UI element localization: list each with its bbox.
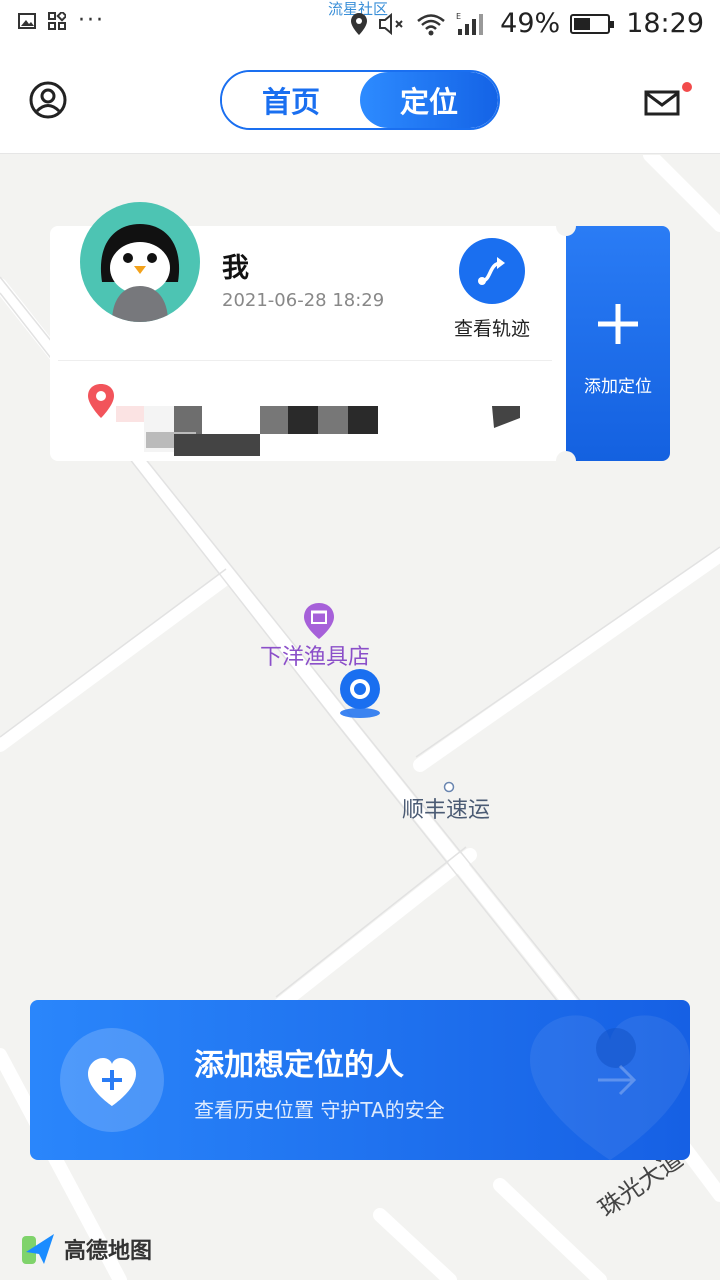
plus-icon bbox=[598, 304, 638, 344]
status-bar-right: E 49% 18:29 bbox=[350, 8, 704, 39]
svg-text:E: E bbox=[456, 12, 461, 21]
unread-dot bbox=[682, 82, 692, 92]
apps-notification-icon bbox=[48, 12, 66, 30]
my-location-marker[interactable] bbox=[336, 667, 384, 719]
add-person-banner[interactable]: 添加想定位的人 查看历史位置 守护TA的安全 bbox=[30, 1000, 690, 1160]
gallery-notification-icon bbox=[18, 13, 36, 29]
tab-switcher: 首页 定位 bbox=[220, 70, 500, 130]
location-card[interactable]: 我 2021-06-28 18:29 查看轨迹 bbox=[50, 202, 570, 461]
status-time: 18:29 bbox=[626, 8, 704, 39]
card-notch-top bbox=[556, 216, 576, 236]
banner-decoration-icon bbox=[530, 1015, 690, 1160]
profile-icon[interactable] bbox=[28, 80, 68, 120]
mail-icon[interactable] bbox=[644, 88, 680, 118]
avatar bbox=[80, 202, 200, 322]
banner-subtitle: 查看历史位置 守护TA的安全 bbox=[194, 1098, 445, 1122]
app-header: 首页 定位 bbox=[0, 50, 720, 154]
card-notch-bottom bbox=[556, 451, 576, 471]
route-icon bbox=[478, 257, 505, 285]
banner-icon-circle bbox=[60, 1028, 164, 1132]
location-timestamp: 2021-06-28 18:29 bbox=[222, 290, 385, 311]
add-location-button[interactable]: 添加定位 bbox=[556, 216, 670, 471]
map-provider-label: 高德地图 bbox=[64, 1239, 153, 1264]
penguin-avatar-icon bbox=[100, 224, 180, 322]
status-bar-left: ··· bbox=[18, 8, 105, 33]
tab-locate[interactable]: 定位 bbox=[360, 72, 498, 128]
more-notifications-icon: ··· bbox=[78, 8, 105, 33]
poi-label-sf-express[interactable]: 顺丰速运 bbox=[402, 792, 490, 824]
tab-home[interactable]: 首页 bbox=[222, 72, 360, 128]
banner-title: 添加想定位的人 bbox=[194, 1048, 404, 1083]
user-name: 我 bbox=[222, 253, 249, 284]
add-location-label: 添加定位 bbox=[584, 377, 652, 397]
heart-plus-icon bbox=[88, 1058, 136, 1106]
status-bar: ··· 流星社区 E 49% 18:29 bbox=[0, 0, 720, 50]
location-pin-icon bbox=[88, 384, 114, 418]
location-status-icon bbox=[351, 12, 368, 35]
battery-icon bbox=[570, 13, 615, 34]
signal-icon: E bbox=[456, 12, 484, 35]
mute-icon bbox=[379, 12, 403, 35]
battery-percent: 49% bbox=[500, 8, 561, 39]
amap-logo-icon bbox=[22, 1234, 54, 1264]
wifi-icon bbox=[417, 13, 445, 35]
amap-logo: 高德地图 bbox=[20, 1230, 152, 1268]
card-divider bbox=[58, 360, 552, 361]
view-track-button[interactable] bbox=[459, 238, 525, 304]
address-redacted bbox=[116, 406, 520, 456]
view-track-label[interactable]: 查看轨迹 bbox=[442, 314, 542, 341]
shop-poi-icon[interactable] bbox=[302, 601, 336, 641]
